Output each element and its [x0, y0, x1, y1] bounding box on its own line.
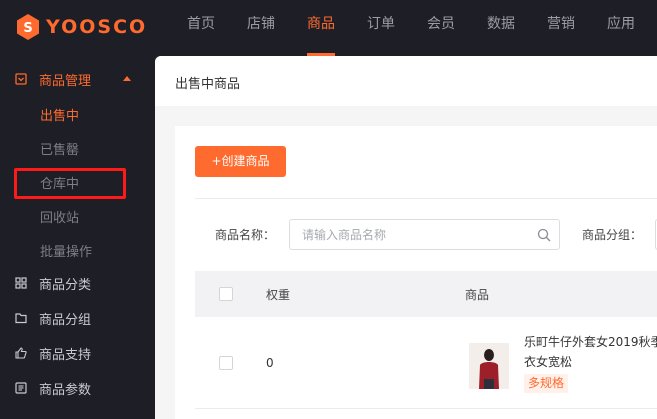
logo-hexagon-icon: S	[16, 13, 40, 41]
nav-data[interactable]: 数据	[471, 0, 531, 56]
folder-icon	[15, 313, 27, 324]
nav-members[interactable]: 会员	[411, 0, 471, 56]
sidebar-item-sold-out[interactable]: 已售罄	[40, 139, 79, 158]
brand-logo[interactable]: S YOOSCO	[16, 13, 147, 41]
nav-apps[interactable]: 应用	[591, 0, 651, 56]
nav-home[interactable]: 首页	[171, 0, 231, 56]
warehouse-highlight-box	[14, 168, 126, 199]
brand-name: YOOSCO	[46, 16, 148, 38]
create-goods-button[interactable]: +创建商品	[195, 146, 286, 177]
sidebar-item-batch[interactable]: 批量操作	[40, 241, 92, 260]
select-all-checkbox[interactable]	[219, 287, 233, 301]
table-row[interactable]: 0 乐町牛仔外套女2019秋季外套牛仔衣女宽松 多规格	[195, 317, 657, 409]
list-icon	[15, 382, 27, 394]
caret-up-icon	[123, 76, 131, 81]
goods-name-search	[289, 219, 560, 250]
search-icon[interactable]	[537, 228, 551, 242]
sidebar-group-category[interactable]: 商品分类	[0, 268, 155, 298]
divider	[195, 198, 657, 199]
page-title: 出售中商品	[175, 77, 241, 92]
table-header: 权重 商品	[195, 271, 657, 317]
sidebar-group-label: 商品管理	[39, 73, 92, 89]
top-bar: S YOOSCO 首页 店铺 商品 订单 会员 数据 营销 应用	[0, 0, 657, 56]
nav-orders[interactable]: 订单	[351, 0, 411, 56]
row-weight: 0	[266, 356, 274, 370]
sidebar-group-goods-manage[interactable]: 商品管理	[0, 64, 155, 94]
row-checkbox[interactable]	[219, 356, 233, 370]
thumbs-up-icon	[15, 347, 27, 359]
sidebar-item-on-sale[interactable]: 出售中	[40, 105, 79, 124]
sidebar: 商品管理 出售中 已售罄 仓库中 回收站 批量操作 商品分类 商品分组 商品支持	[0, 56, 155, 419]
sidebar-group-label: 商品参数	[39, 382, 92, 398]
sidebar-group-label: 商品支持	[39, 347, 92, 363]
multi-spec-tag: 多规格	[524, 374, 569, 393]
sidebar-group-params[interactable]: 商品参数	[0, 373, 155, 403]
sidebar-group-label: 商品分类	[39, 277, 92, 293]
sidebar-group-grouping[interactable]: 商品分组	[0, 303, 155, 333]
grid-icon	[15, 277, 27, 289]
sidebar-group-label: 商品分组	[39, 312, 92, 328]
goods-card: +创建商品 商品名称： 商品分组： 权重 商品 0	[175, 126, 657, 419]
search-input[interactable]	[302, 220, 532, 249]
nav-store[interactable]: 店铺	[231, 0, 291, 56]
main-content: 出售中商品 +创建商品 商品名称： 商品分组： 权重 商品 0	[155, 56, 657, 419]
svg-text:S: S	[23, 21, 32, 36]
sidebar-item-recycle[interactable]: 回收站	[40, 207, 79, 226]
product-name[interactable]: 乐町牛仔外套女2019秋季外套牛仔衣女宽松	[524, 332, 657, 372]
nav-goods[interactable]: 商品	[291, 0, 351, 56]
column-goods: 商品	[465, 288, 490, 302]
column-weight: 权重	[266, 288, 291, 302]
sidebar-group-support[interactable]: 商品支持	[0, 338, 155, 368]
nav-marketing[interactable]: 营销	[531, 0, 591, 56]
goods-group-label: 商品分组：	[582, 228, 643, 242]
top-nav: 首页 店铺 商品 订单 会员 数据 营销 应用	[171, 0, 651, 56]
goods-name-label: 商品名称：	[215, 228, 276, 242]
page-header: 出售中商品	[155, 56, 657, 106]
goods-manage-icon	[15, 73, 27, 85]
product-thumbnail[interactable]	[469, 343, 509, 389]
